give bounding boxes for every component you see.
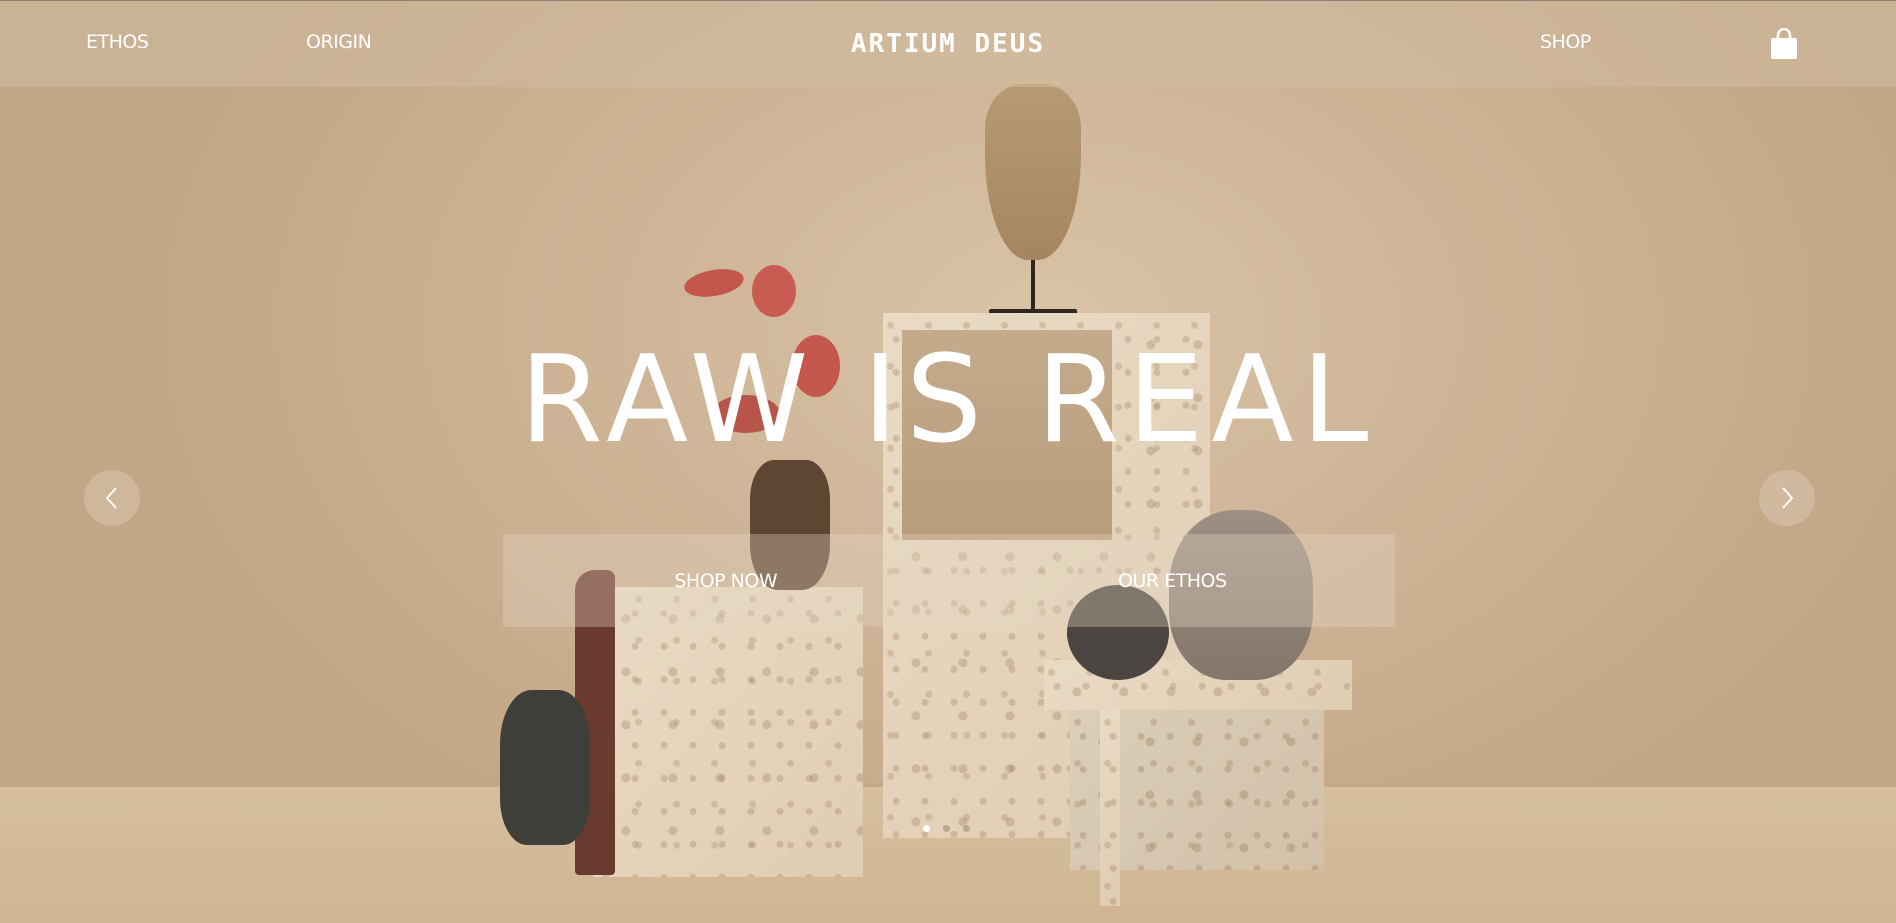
wooden-mask — [985, 84, 1081, 260]
brand-logo-wrap: ARTIUM DEUS — [0, 29, 1896, 59]
slider-pagination — [923, 825, 970, 832]
hero-cta-group: SHOP NOW OUR ETHOS — [503, 534, 1395, 627]
slider-dot[interactable] — [943, 825, 950, 832]
shop-now-button[interactable]: SHOP NOW — [503, 534, 949, 627]
chevron-right-icon — [1782, 487, 1794, 509]
our-ethos-button[interactable]: OUR ETHOS — [948, 534, 1395, 627]
dark-jug — [500, 690, 590, 845]
nav-link-origin[interactable]: ORIGIN — [306, 31, 372, 53]
stone-table-leg-front — [1100, 710, 1120, 906]
chevron-left-icon — [105, 487, 117, 509]
nav-link-shop[interactable]: SHOP — [1540, 31, 1591, 53]
slider-prev-button[interactable] — [84, 470, 140, 526]
flower — [752, 265, 796, 317]
slider-next-button[interactable] — [1759, 470, 1815, 526]
shopping-bag-icon[interactable] — [1770, 27, 1798, 60]
stone-cube — [593, 587, 863, 877]
site-header: ETHOS ORIGIN ARTIUM DEUS SHOP — [0, 0, 1896, 87]
flower — [682, 264, 746, 302]
hero-headline: RAW IS REAL — [519, 331, 1377, 470]
slider-dot[interactable] — [963, 825, 970, 832]
slider-dot[interactable] — [923, 825, 930, 832]
brand-logo[interactable]: ARTIUM DEUS — [851, 29, 1045, 59]
nav-link-ethos[interactable]: ETHOS — [86, 31, 149, 53]
